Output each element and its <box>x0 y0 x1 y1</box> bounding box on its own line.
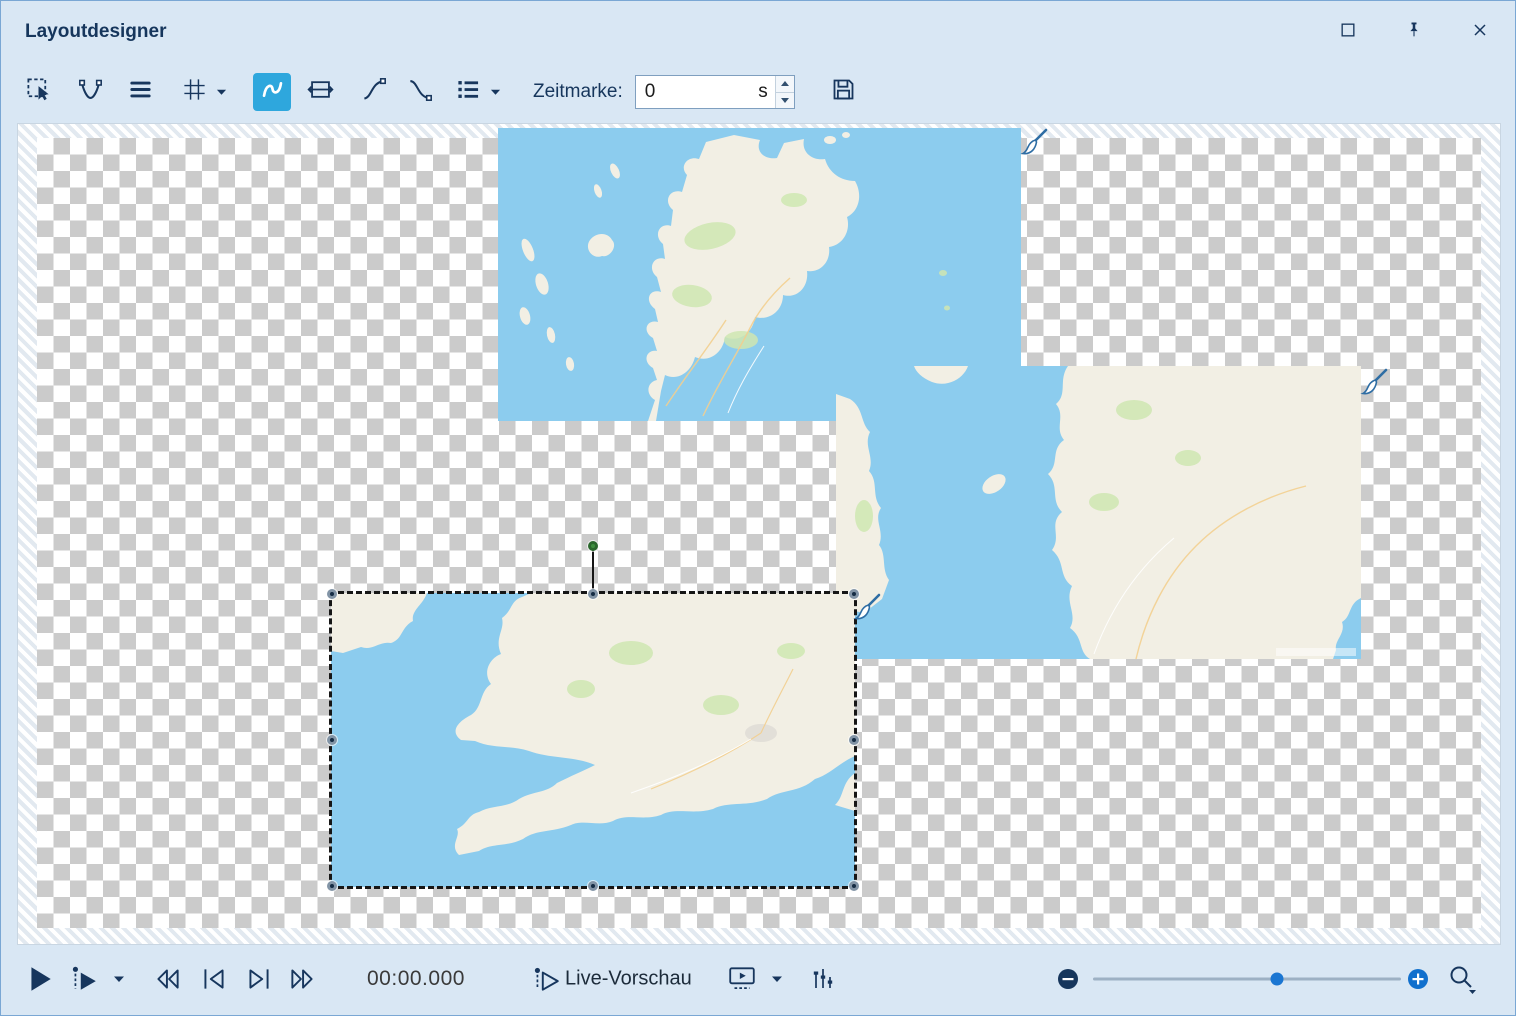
skip-start-button[interactable] <box>153 964 183 994</box>
adjust-bars-icon <box>809 965 837 993</box>
zoom-in-button[interactable] <box>1407 968 1429 990</box>
zoom-slider-track[interactable] <box>1093 978 1401 981</box>
close-button[interactable] <box>1469 21 1491 43</box>
window-title: Layoutdesigner <box>25 21 166 43</box>
zeitmarke-label: Zeitmarke: <box>533 81 623 103</box>
step-back-button[interactable] <box>199 964 229 994</box>
play-options-caret[interactable] <box>113 975 125 983</box>
object-list-button[interactable] <box>449 73 487 111</box>
screen-preview-icon <box>727 964 757 994</box>
ease-out-button[interactable] <box>401 73 439 111</box>
skip-end-button[interactable] <box>287 964 317 994</box>
rotation-stem <box>592 546 594 594</box>
select-tool-icon <box>25 76 52 108</box>
transform-frame-button[interactable] <box>301 73 339 111</box>
toolbar: Zeitmarke: s <box>1 63 1515 121</box>
zoom-out-button[interactable] <box>1057 968 1079 990</box>
grid-button[interactable] <box>175 73 213 111</box>
resize-handle-top-left[interactable] <box>327 589 337 599</box>
stack-icon <box>127 76 154 108</box>
skip-start-icon <box>153 964 183 994</box>
selection-frame[interactable] <box>329 591 857 889</box>
grid-caret-icon <box>216 83 227 101</box>
ease-in-icon <box>361 76 388 108</box>
resize-handle-bottom-center[interactable] <box>588 881 598 891</box>
live-preview-button[interactable] <box>531 964 561 994</box>
screen-caret-icon <box>771 975 783 983</box>
titlebar-buttons <box>1337 21 1491 43</box>
adjust-bars-button[interactable] <box>809 965 837 993</box>
step-forward-button[interactable] <box>244 964 274 994</box>
layoutdesigner-window: Layoutdesigner <box>0 0 1516 1016</box>
select-tool-button[interactable] <box>19 73 57 111</box>
titlebar: Layoutdesigner <box>1 1 1515 63</box>
object-list-icon <box>455 76 482 108</box>
time-display: 00:00.000 <box>367 967 465 991</box>
step-back-icon <box>199 964 229 994</box>
zoom-out-icon <box>1057 968 1079 990</box>
resize-handle-bottom-left[interactable] <box>327 881 337 891</box>
brush-icon[interactable] <box>852 592 882 622</box>
zeitmarke-spinner <box>775 76 794 108</box>
screen-preview-button[interactable] <box>727 964 757 994</box>
brush-icon[interactable] <box>1359 367 1389 397</box>
zoom-slider-thumb[interactable] <box>1271 973 1284 986</box>
maximize-icon <box>1338 20 1358 45</box>
ease-in-button[interactable] <box>355 73 393 111</box>
live-preview-icon <box>531 964 561 994</box>
rotation-handle[interactable] <box>588 541 598 551</box>
live-preview-label[interactable]: Live-Vorschau <box>565 968 692 991</box>
play-button[interactable] <box>25 964 55 994</box>
play-icon <box>25 964 55 994</box>
zoom-select-icon <box>1447 963 1479 995</box>
ease-out-icon <box>407 76 434 108</box>
close-icon <box>1470 20 1490 45</box>
transport-bar: 00:00.000 Live-Vorschau <box>1 943 1515 1015</box>
stack-button[interactable] <box>121 73 159 111</box>
play-options-caret-icon <box>113 975 125 983</box>
zoom-select-button[interactable] <box>1447 963 1479 995</box>
screen-preview-caret[interactable] <box>771 975 783 983</box>
resize-handle-middle-left[interactable] <box>327 735 337 745</box>
resize-handle-top-center[interactable] <box>588 589 598 599</box>
pin-icon <box>1404 20 1424 45</box>
object-list-caret[interactable] <box>487 73 503 111</box>
resize-handle-bottom-right[interactable] <box>849 881 859 891</box>
save-icon <box>830 76 857 108</box>
play-from-marker-icon <box>69 964 99 994</box>
spinner-up-button[interactable] <box>776 76 794 92</box>
save-timemark-button[interactable] <box>825 73 863 111</box>
curve-nodes-icon <box>77 76 104 108</box>
zeitmarke-input[interactable] <box>636 81 755 103</box>
list-caret-icon <box>490 83 501 101</box>
zoom-in-icon <box>1407 968 1429 990</box>
maximize-button[interactable] <box>1337 21 1359 43</box>
resize-handle-middle-right[interactable] <box>849 735 859 745</box>
grid-options-caret[interactable] <box>213 73 229 111</box>
smooth-curve-button[interactable] <box>253 73 291 111</box>
step-forward-icon <box>244 964 274 994</box>
brush-icon[interactable] <box>1019 127 1049 157</box>
play-from-marker-button[interactable] <box>69 964 99 994</box>
grid-icon <box>181 76 208 108</box>
zeitmarke-field: s <box>635 75 795 109</box>
zeitmarke-unit: s <box>758 81 768 103</box>
transform-frame-icon <box>307 76 334 108</box>
skip-end-icon <box>287 964 317 994</box>
pin-button[interactable] <box>1403 21 1425 43</box>
map-image-northern-england[interactable] <box>836 366 1361 659</box>
spinner-down-button[interactable] <box>776 92 794 109</box>
curve-nodes-button[interactable] <box>71 73 109 111</box>
smooth-curve-icon <box>259 76 286 108</box>
